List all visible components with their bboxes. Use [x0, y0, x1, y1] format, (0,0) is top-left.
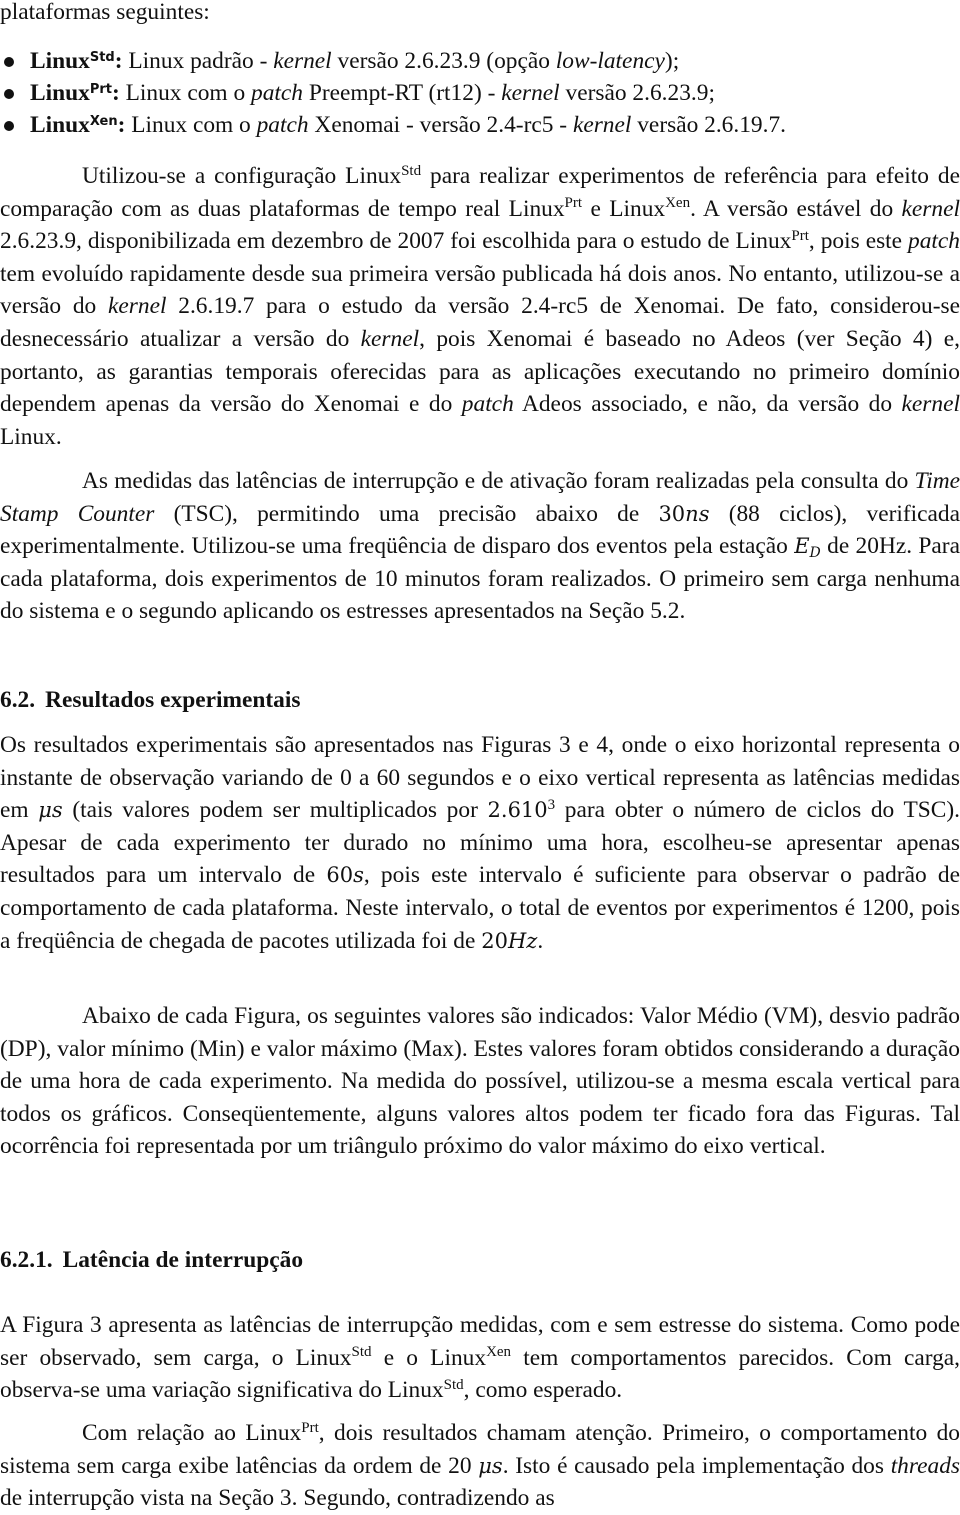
platform-name: LinuxXen:: [30, 112, 126, 138]
platform-list-block: LinuxStd: Linux padrão - kernel versão 2…: [0, 45, 960, 141]
math-number: 2.610: [487, 798, 548, 823]
math-number: 30: [658, 501, 686, 526]
math-symbol: s: [353, 863, 364, 888]
math-exponent: 3: [547, 796, 556, 813]
platform-superscript: Prt: [791, 227, 809, 244]
paragraph-results-intro: Os resultados experimentais são apresent…: [0, 729, 960, 957]
paragraph-figure3-description: A Figura 3 apresenta as latências de int…: [0, 1309, 960, 1407]
paragraph-linux-prt-results: Com relação ao LinuxPrt, dois resultados…: [0, 1417, 960, 1515]
platform-superscript: Std: [443, 1376, 464, 1393]
intro-line: plataformas seguintes:: [0, 0, 210, 25]
section-title: Latência de interrupção: [62, 1247, 304, 1273]
platform-superscript: Std: [351, 1344, 372, 1361]
math-number: 20: [481, 928, 508, 953]
platform-superscript: Prt: [564, 195, 583, 212]
paragraph-text: Com relação ao LinuxPrt, dois resultados…: [0, 1419, 960, 1512]
math-number: 60: [326, 863, 354, 888]
math-symbol: Hz: [507, 928, 538, 953]
document-page: plataformas seguintes: LinuxStd: Linux p…: [0, 0, 960, 1514]
italic-term: patch: [461, 391, 514, 418]
italic-term: patch: [908, 228, 960, 255]
italic-term: kernel: [572, 112, 632, 138]
platform-item: LinuxXen: Linux com o patch Xenomai - ve…: [0, 109, 960, 141]
subsection-heading: 6.2.1. Latência de interrupção: [0, 1244, 960, 1276]
platform-list: LinuxStd: Linux padrão - kernel versão 2…: [0, 45, 960, 141]
math-symbol: μs: [38, 798, 63, 823]
italic-term: kernel: [108, 293, 167, 320]
bullet-icon: [4, 89, 14, 99]
platform-name: LinuxStd:: [30, 48, 123, 74]
paragraph-text: A Figura 3 apresenta as latências de int…: [0, 1312, 960, 1404]
italic-term: Time Stamp Counter: [0, 468, 960, 527]
italic-term: kernel: [273, 48, 332, 74]
math-symbol: ED: [794, 534, 821, 562]
platform-item: LinuxStd: Linux padrão - kernel versão 2…: [0, 45, 960, 77]
paragraph-measurement-method: As medidas das latências de interrupção …: [0, 465, 960, 628]
platform-superscript: Xen: [89, 113, 118, 129]
section-heading-6-2: 6.2. Resultados experimentais: [0, 684, 960, 716]
math-symbol: ns: [685, 501, 710, 526]
paragraph-text: Os resultados experimentais são apresent…: [0, 732, 960, 954]
section-number: 6.2.: [0, 687, 36, 713]
italic-term: kernel: [901, 195, 960, 222]
platform-superscript: Std: [89, 49, 115, 65]
platform-name: LinuxPrt:: [30, 80, 120, 106]
italic-term: kernel: [360, 325, 420, 352]
bullet-icon: [4, 57, 14, 67]
paragraph-text: Utilizou-se a configuração LinuxStd para…: [0, 162, 960, 450]
italic-term: patch: [251, 80, 303, 106]
italic-term: patch: [256, 112, 309, 138]
math-symbol: μs: [478, 1453, 503, 1478]
section-title: Resultados experimentais: [45, 687, 301, 713]
section-heading-6-2-1: 6.2.1. Latência de interrupção: [0, 1244, 960, 1276]
paragraph-text: As medidas das latências de interrupção …: [0, 468, 960, 625]
bullet-icon: [4, 121, 14, 131]
platform-superscript: Prt: [89, 81, 112, 97]
section-heading: 6.2. Resultados experimentais: [0, 684, 960, 716]
section-number: 6.2.1.: [0, 1247, 53, 1273]
paragraph-figure-values: Abaixo de cada Figura, os seguintes valo…: [0, 1000, 960, 1163]
italic-term: kernel: [901, 391, 960, 418]
math-subscript: D: [809, 545, 821, 562]
paragraph-text: Abaixo de cada Figura, os seguintes valo…: [0, 1003, 960, 1160]
italic-term: low-latency: [555, 48, 665, 74]
intro-line-block: plataformas seguintes:: [0, 0, 960, 29]
paragraph-platform-config: Utilizou-se a configuração LinuxStd para…: [0, 160, 960, 453]
platform-superscript: Xen: [665, 195, 691, 212]
platform-superscript: Xen: [486, 1344, 512, 1361]
platform-superscript: Prt: [301, 1419, 319, 1436]
platform-item: LinuxPrt: Linux com o patch Preempt-RT (…: [0, 77, 960, 109]
platform-superscript: Std: [401, 162, 422, 179]
italic-term: threads: [890, 1452, 960, 1479]
italic-term: kernel: [501, 80, 560, 106]
